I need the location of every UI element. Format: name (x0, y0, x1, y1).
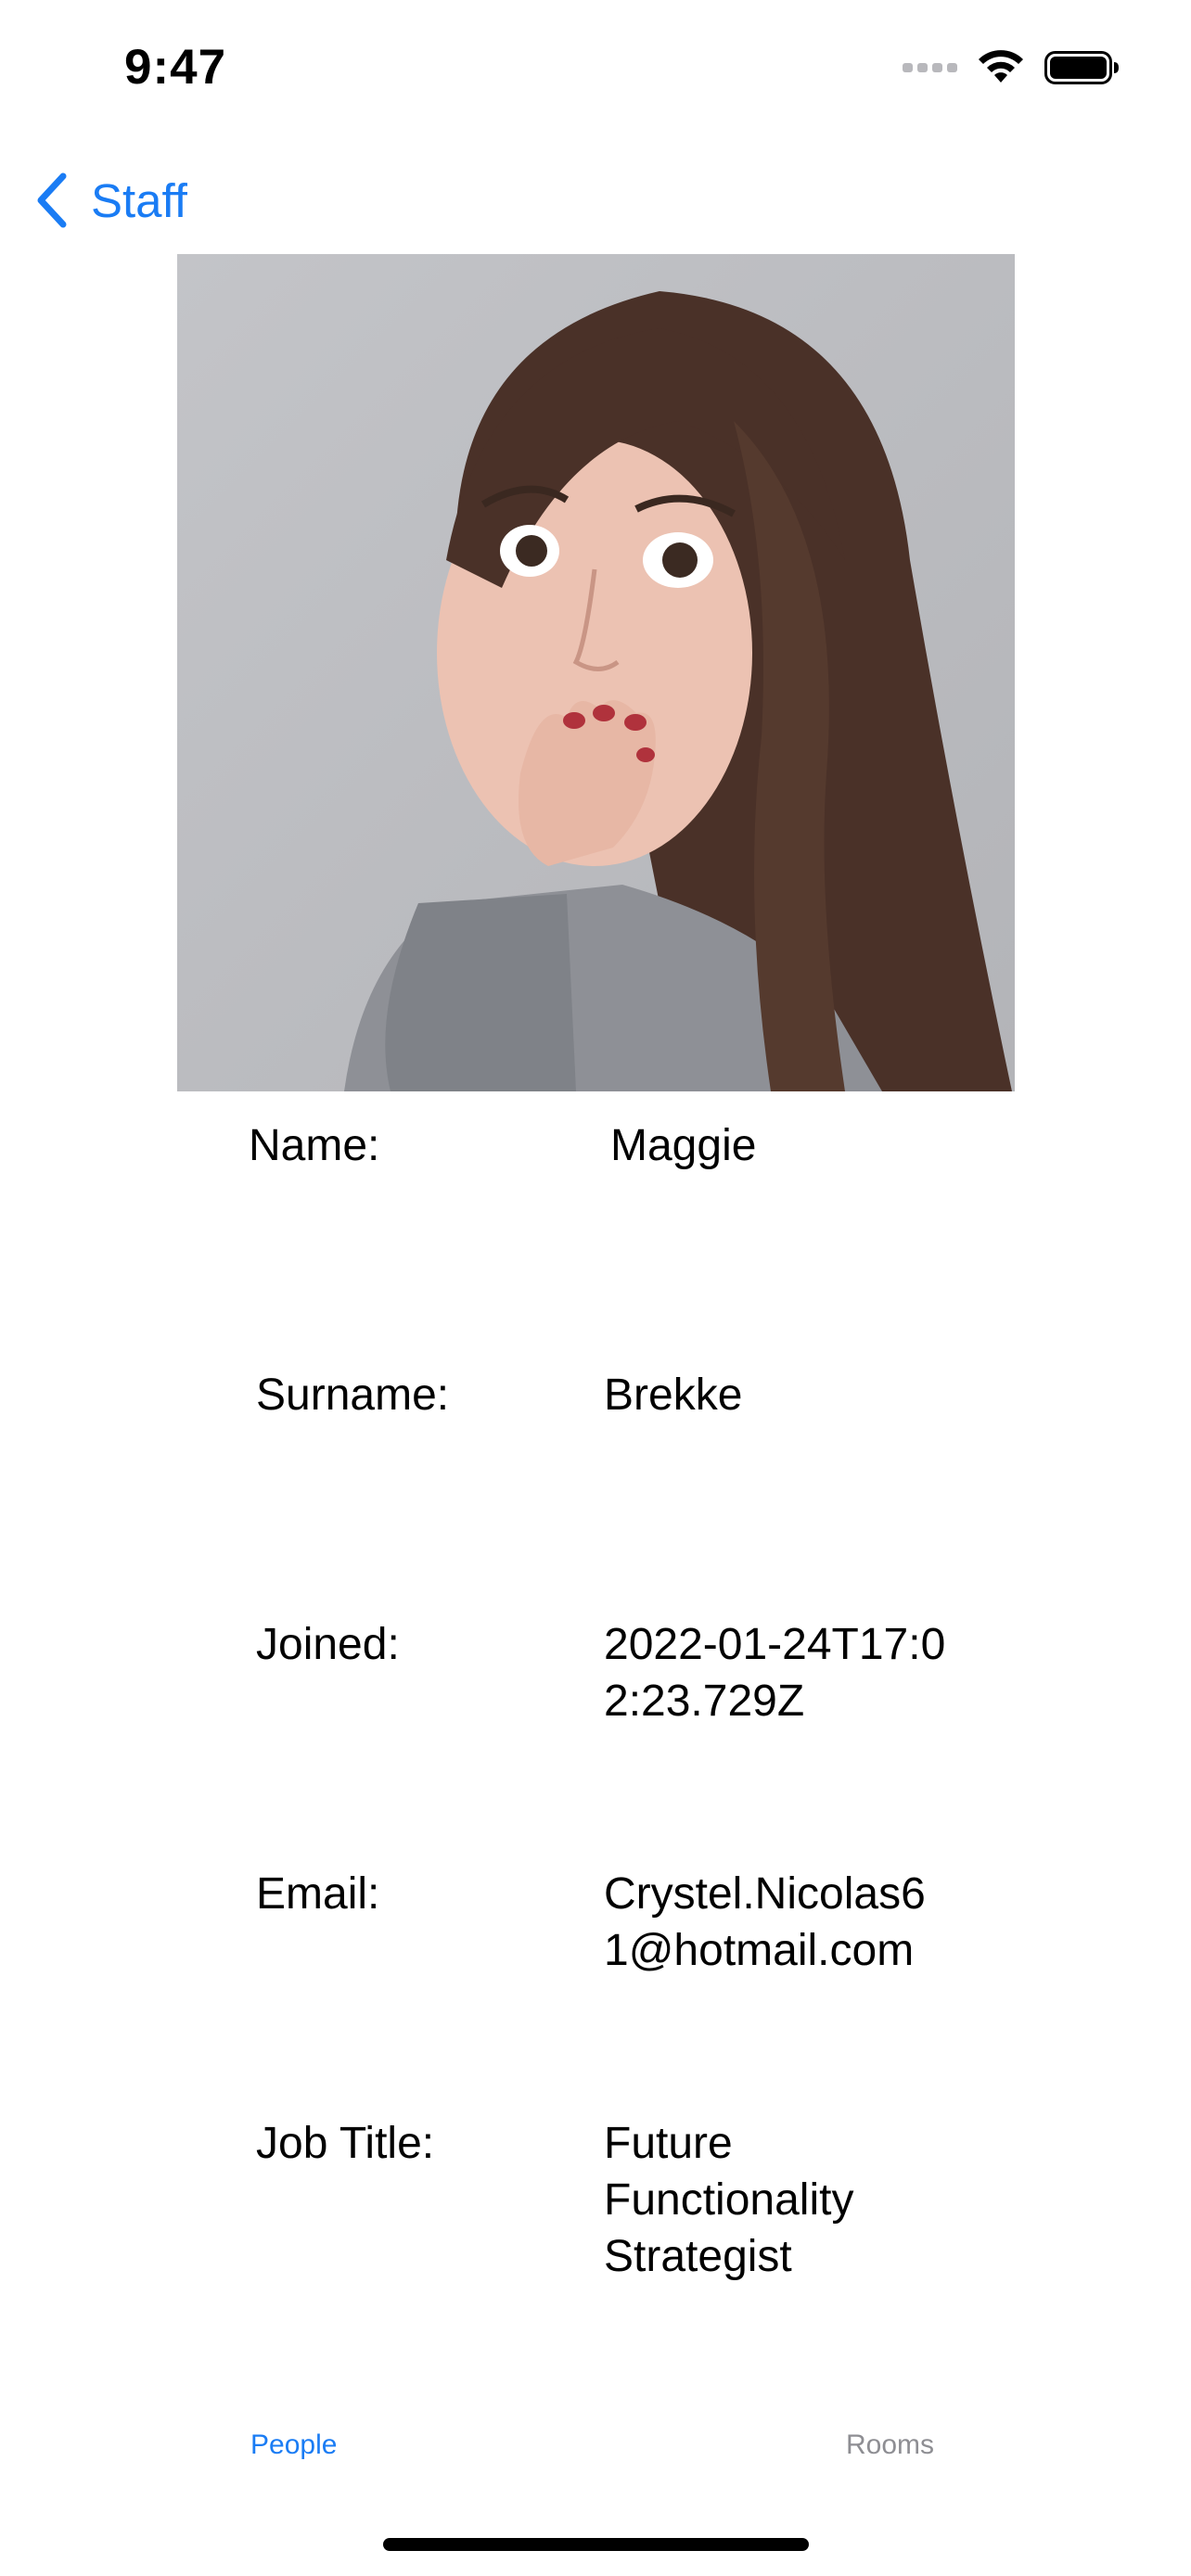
home-indicator[interactable] (383, 2538, 809, 2551)
status-bar: 9:47 (0, 0, 1191, 130)
back-button-label: Staff (91, 173, 187, 227)
surname-label: Surname: (256, 1371, 450, 1420)
profile-photo (177, 254, 1015, 1091)
tab-bar: People Rooms (0, 2429, 1191, 2494)
surname-value: Brekke (604, 1371, 743, 1420)
tab-rooms[interactable]: Rooms (846, 2429, 934, 2461)
back-button[interactable]: Staff (35, 165, 187, 236)
job-title-label: Job Title: (256, 2119, 435, 2168)
name-value: Maggie (610, 1121, 757, 1170)
joined-label: Joined: (256, 1620, 400, 1669)
email-label: Email: (256, 1869, 380, 1919)
job-title-value: Future Functionality Strategist (604, 2119, 854, 2281)
name-label: Name: (249, 1121, 380, 1170)
tab-people[interactable]: People (250, 2429, 337, 2461)
battery-icon (1044, 51, 1119, 84)
cellular-signal-icon (903, 63, 957, 72)
status-time: 9:47 (124, 40, 227, 95)
navigation-bar: Staff (0, 148, 1191, 250)
wifi-icon (979, 50, 1023, 83)
email-value: Crystel.Nicolas61@hotmail.com (604, 1869, 926, 1975)
status-icons (903, 45, 1121, 91)
joined-value: 2022-01-24T17:02:23.729Z (604, 1620, 946, 1726)
chevron-left-icon (37, 172, 67, 228)
